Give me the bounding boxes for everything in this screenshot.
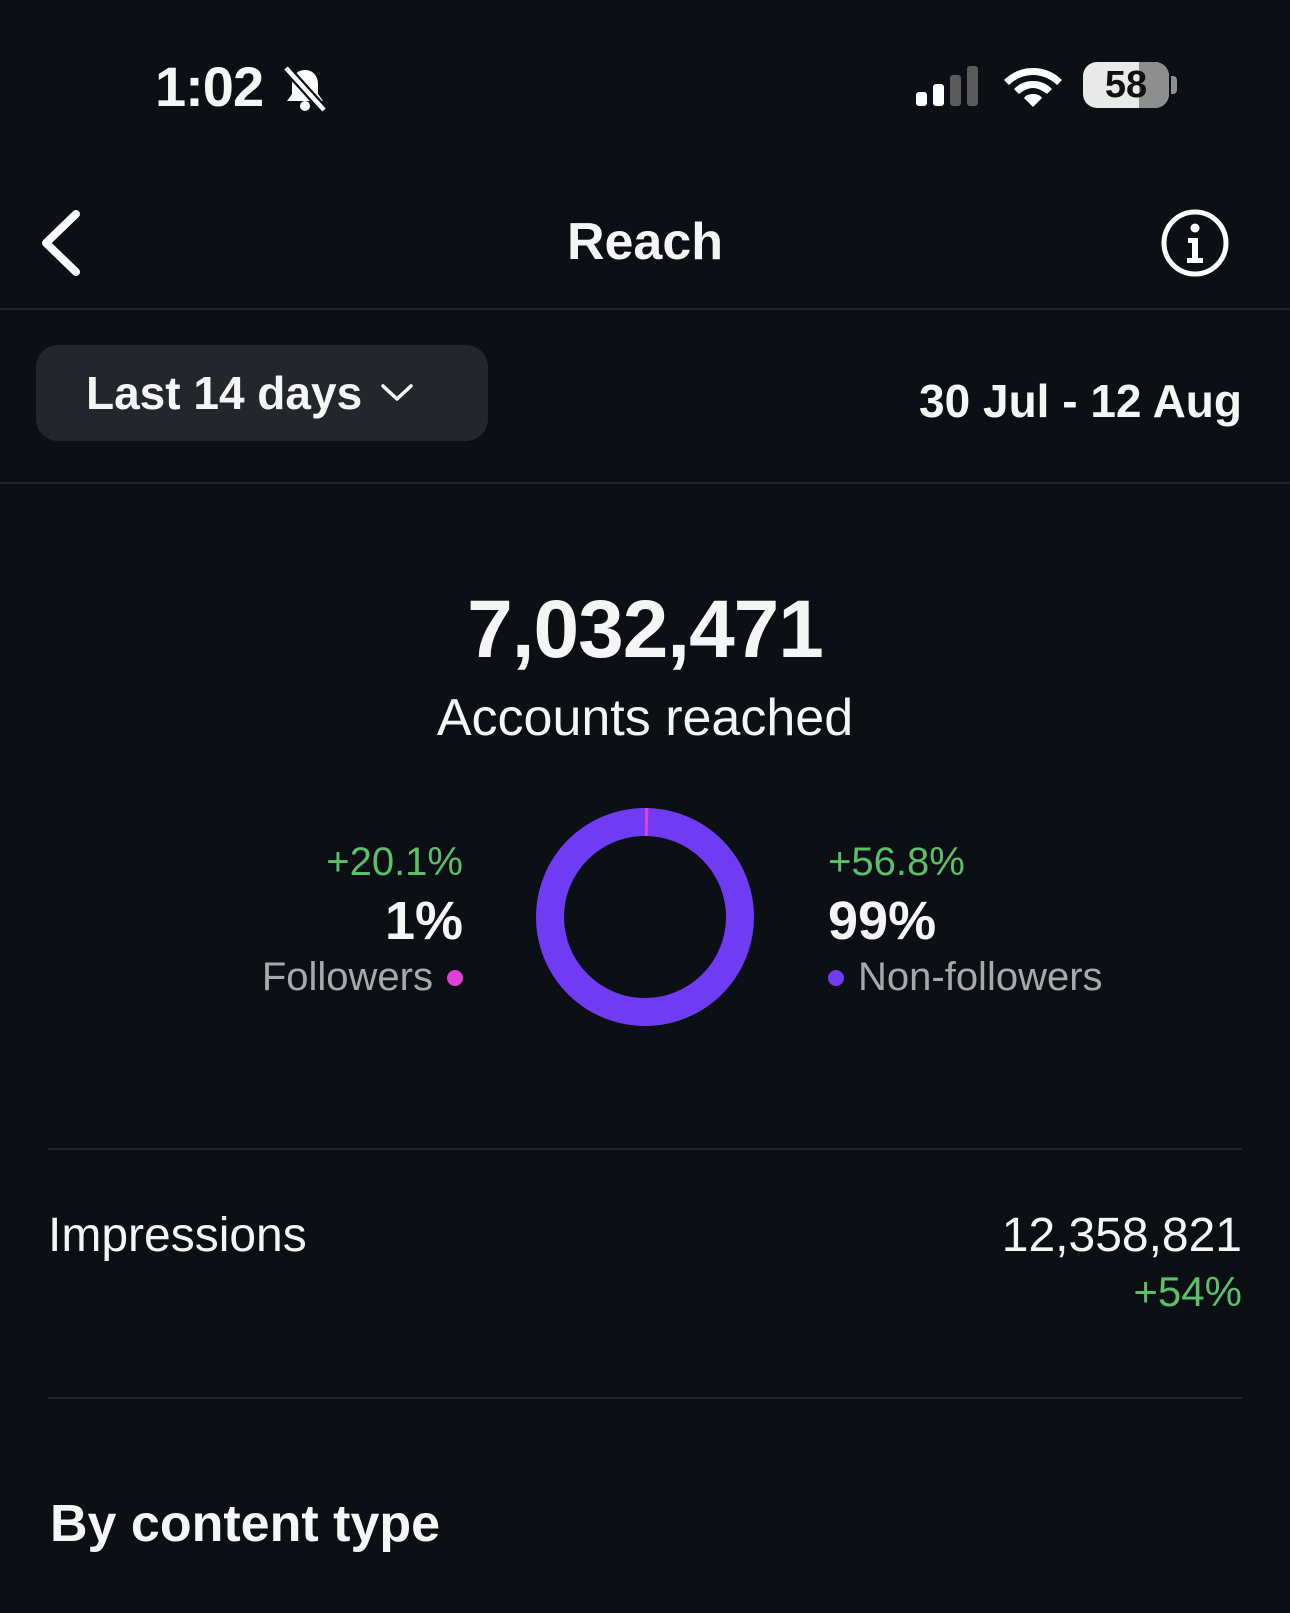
non-followers-change: +56.8%	[828, 840, 965, 884]
summary-divider	[48, 1148, 1242, 1150]
accounts-reached-total: 7,032,471	[467, 584, 824, 675]
chevron-down-icon	[381, 384, 413, 401]
accounts-reached-label: Accounts reached	[436, 689, 854, 747]
non-followers-arc	[536, 808, 754, 1026]
section-title: By content type	[50, 1495, 441, 1553]
page-title: Reach	[566, 213, 724, 271]
battery-indicator: 58	[1083, 62, 1169, 108]
date-range-text: 30 Jul - 12 Aug	[919, 375, 1242, 427]
followers-change: +20.1%	[326, 840, 463, 884]
battery-tip	[1171, 76, 1177, 94]
non-followers-label: Non-followers	[858, 955, 1103, 999]
impressions-label: Impressions	[48, 1209, 307, 1262]
header-divider	[0, 308, 1290, 310]
wifi-icon	[1002, 64, 1064, 113]
reach-donut-chart	[534, 806, 756, 1033]
followers-dot	[447, 969, 463, 986]
impressions-value: 12,358,821	[1001, 1209, 1242, 1262]
followers-percent: 1%	[384, 891, 463, 951]
cellular-signal-icon	[914, 66, 982, 113]
status-time: 1:02	[155, 55, 264, 118]
non-followers-percent: 99%	[828, 891, 937, 951]
impressions-divider	[48, 1397, 1242, 1399]
filter-divider	[0, 482, 1290, 484]
non-followers-dot	[828, 969, 844, 986]
info-button[interactable]	[1160, 208, 1230, 283]
date-range-dropdown[interactable]: Last 14 days	[36, 345, 488, 441]
impressions-change: +54%	[1133, 1268, 1242, 1315]
date-range-dropdown-label: Last 14 days	[86, 367, 363, 419]
impressions-row[interactable]: Impressions 12,358,821 +54%	[0, 1180, 1290, 1320]
non-followers-legend: Non-followers	[828, 955, 1103, 1000]
bell-slash-icon	[282, 64, 328, 119]
battery-level: 58	[1104, 63, 1148, 106]
followers-label: Followers	[261, 955, 433, 999]
followers-legend: Followers	[262, 955, 463, 1000]
info-icon	[1161, 209, 1229, 277]
